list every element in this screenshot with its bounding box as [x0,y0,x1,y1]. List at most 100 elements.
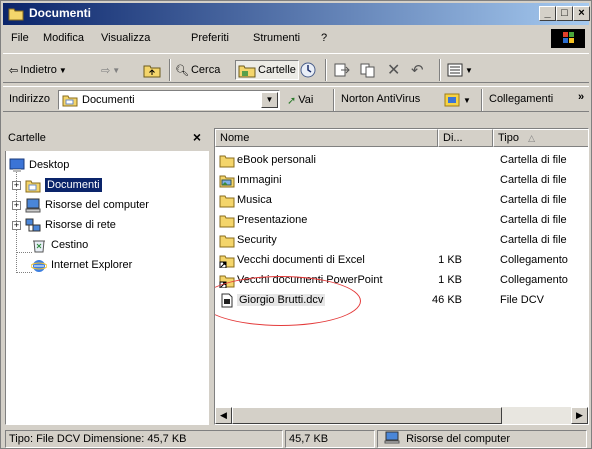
tree-item-network[interactable]: Risorse di rete [25,216,116,234]
status-bar: Tipo: File DCV Dimensione: 45,7 KB 45,7 … [3,428,589,448]
status-info: Tipo: File DCV Dimensione: 45,7 KB [5,430,283,448]
forward-arrow-icon: ⇨ [101,64,111,77]
move-to-button[interactable] [333,60,351,80]
toolbar-separator [333,89,335,111]
back-button[interactable]: ⇦ Indietro ▼ [9,60,67,80]
menu-tools[interactable]: Strumenti [253,32,300,44]
folders-pane: Desktop + Documenti + Risorse del comput… [5,128,209,425]
scrollbar-thumb[interactable] [232,407,502,424]
menu-favorites[interactable]: Preferiti [191,32,229,44]
column-header-name[interactable]: Nome [215,129,438,147]
folders-button[interactable]: Cartelle [235,60,299,80]
shortcut-icon [219,255,235,268]
folder-icon [219,195,235,208]
file-row[interactable]: Vecchi documenti di Excel 1 KB Collegame… [215,252,588,270]
highlight-annotation-ellipse [215,276,361,326]
my-documents-icon [62,95,78,107]
windows-logo-icon [551,29,585,48]
toolbar: ⇦ Indietro ▼ ⇨ ▼ 🔍︎ Cerca Cartelle ✕ ↶ ▼ [3,53,589,83]
recycle-bin-icon [33,240,45,252]
menu-edit[interactable]: Modifica [43,32,84,44]
norton-antivirus-button[interactable]: ▼ [443,90,471,110]
folder-icon [8,8,24,21]
menu-help[interactable]: ? [321,32,327,44]
column-header-type[interactable]: Tipo △ [493,129,588,147]
search-button[interactable]: 🔍︎ Cerca [175,60,220,80]
file-row[interactable]: Security Cartella di file [215,232,588,250]
menu-view[interactable]: Visualizza [101,32,150,44]
toolbar-separator [439,59,441,81]
norton-antivirus-label[interactable]: Norton AntiVirus [341,93,420,105]
delete-button[interactable]: ✕ [387,60,400,80]
toolbar-separator [481,89,483,111]
minimize-button[interactable]: _ [539,6,556,21]
norton-icon [444,93,460,107]
horizontal-scrollbar[interactable]: ◀ ▶ [215,407,588,424]
back-arrow-icon: ⇦ [9,64,19,77]
delete-icon: ✕ [387,62,401,79]
toolbar-separator [325,59,327,81]
window-title: Documenti [29,6,92,20]
sort-indicator-icon: △ [528,133,535,143]
tree-line [16,252,32,253]
status-size: 45,7 KB [285,430,375,448]
menu-bar: File Modifica Visualizza Preferiti Strum… [3,29,589,49]
up-folder-button[interactable] [143,60,161,80]
folders-icon [238,65,256,77]
my-computer-icon [25,198,41,212]
chevron-down-icon: ▼ [112,65,121,75]
pictures-folder-icon [219,175,235,188]
go-arrow-icon: ➚ [287,94,297,107]
copy-to-icon [360,63,375,78]
history-icon [300,62,316,78]
undo-icon: ↶ [411,62,424,79]
file-row[interactable]: Immagini Cartella di file [215,172,588,190]
expand-plus-icon[interactable]: + [12,181,21,190]
chevron-down-icon: ▼ [463,95,471,105]
views-icon [447,63,463,77]
internet-explorer-icon [31,259,47,272]
forward-button[interactable]: ⇨ ▼ [101,60,120,80]
tree-item-internet-explorer[interactable]: Internet Explorer [31,256,132,274]
tree-item-recycle-bin[interactable]: Cestino [31,236,88,254]
title-bar[interactable]: Documenti _ □ × [3,3,590,25]
address-field[interactable]: Documenti ▼ [58,90,280,110]
folders-pane-header: Cartelle × [5,127,209,151]
copy-to-button[interactable] [359,60,377,80]
file-row[interactable]: eBook personali Cartella di file [215,152,588,170]
undo-button[interactable]: ↶ [411,60,424,80]
go-button[interactable]: ➚ Vai [287,90,313,110]
history-button[interactable] [299,60,317,80]
scroll-left-button[interactable]: ◀ [215,407,232,424]
maximize-button[interactable]: □ [556,6,573,21]
chevron-down-icon: ▼ [58,65,67,75]
move-to-icon [334,63,350,77]
column-header-size[interactable]: Di... [438,129,493,147]
network-icon [25,218,41,231]
menu-file[interactable]: File [11,32,29,44]
close-button[interactable]: × [573,6,590,21]
folder-icon [219,215,235,228]
my-computer-icon [384,431,400,444]
tree-item-computer[interactable]: Risorse del computer [25,196,149,214]
tree-item-desktop[interactable]: Desktop [9,156,69,174]
toolbar-separator [169,59,171,81]
address-bar: Indirizzo Documenti ▼ ➚ Vai Norton AntiV… [3,86,589,112]
file-row[interactable]: Presentazione Cartella di file [215,212,588,230]
chevron-right-icon[interactable]: » [578,91,584,103]
expand-plus-icon[interactable]: + [12,201,21,210]
close-pane-icon[interactable]: × [193,129,201,145]
folders-pane-title: Cartelle [8,132,46,144]
tree-line [16,272,32,273]
file-row[interactable]: Musica Cartella di file [215,192,588,210]
status-location: Risorse del computer [377,430,587,448]
explorer-window: Documenti _ □ × File Modifica Visualizza… [0,0,592,449]
views-button[interactable]: ▼ [447,60,473,80]
folder-icon [219,235,235,248]
scroll-right-button[interactable]: ▶ [571,407,588,424]
file-list-pane: Nome Di... Tipo △ eBook personali Cartel… [214,128,589,425]
address-dropdown-button[interactable]: ▼ [261,92,278,108]
links-label[interactable]: Collegamenti [489,93,553,105]
tree-item-documenti[interactable]: Documenti [25,176,102,194]
expand-plus-icon[interactable]: + [12,221,21,230]
